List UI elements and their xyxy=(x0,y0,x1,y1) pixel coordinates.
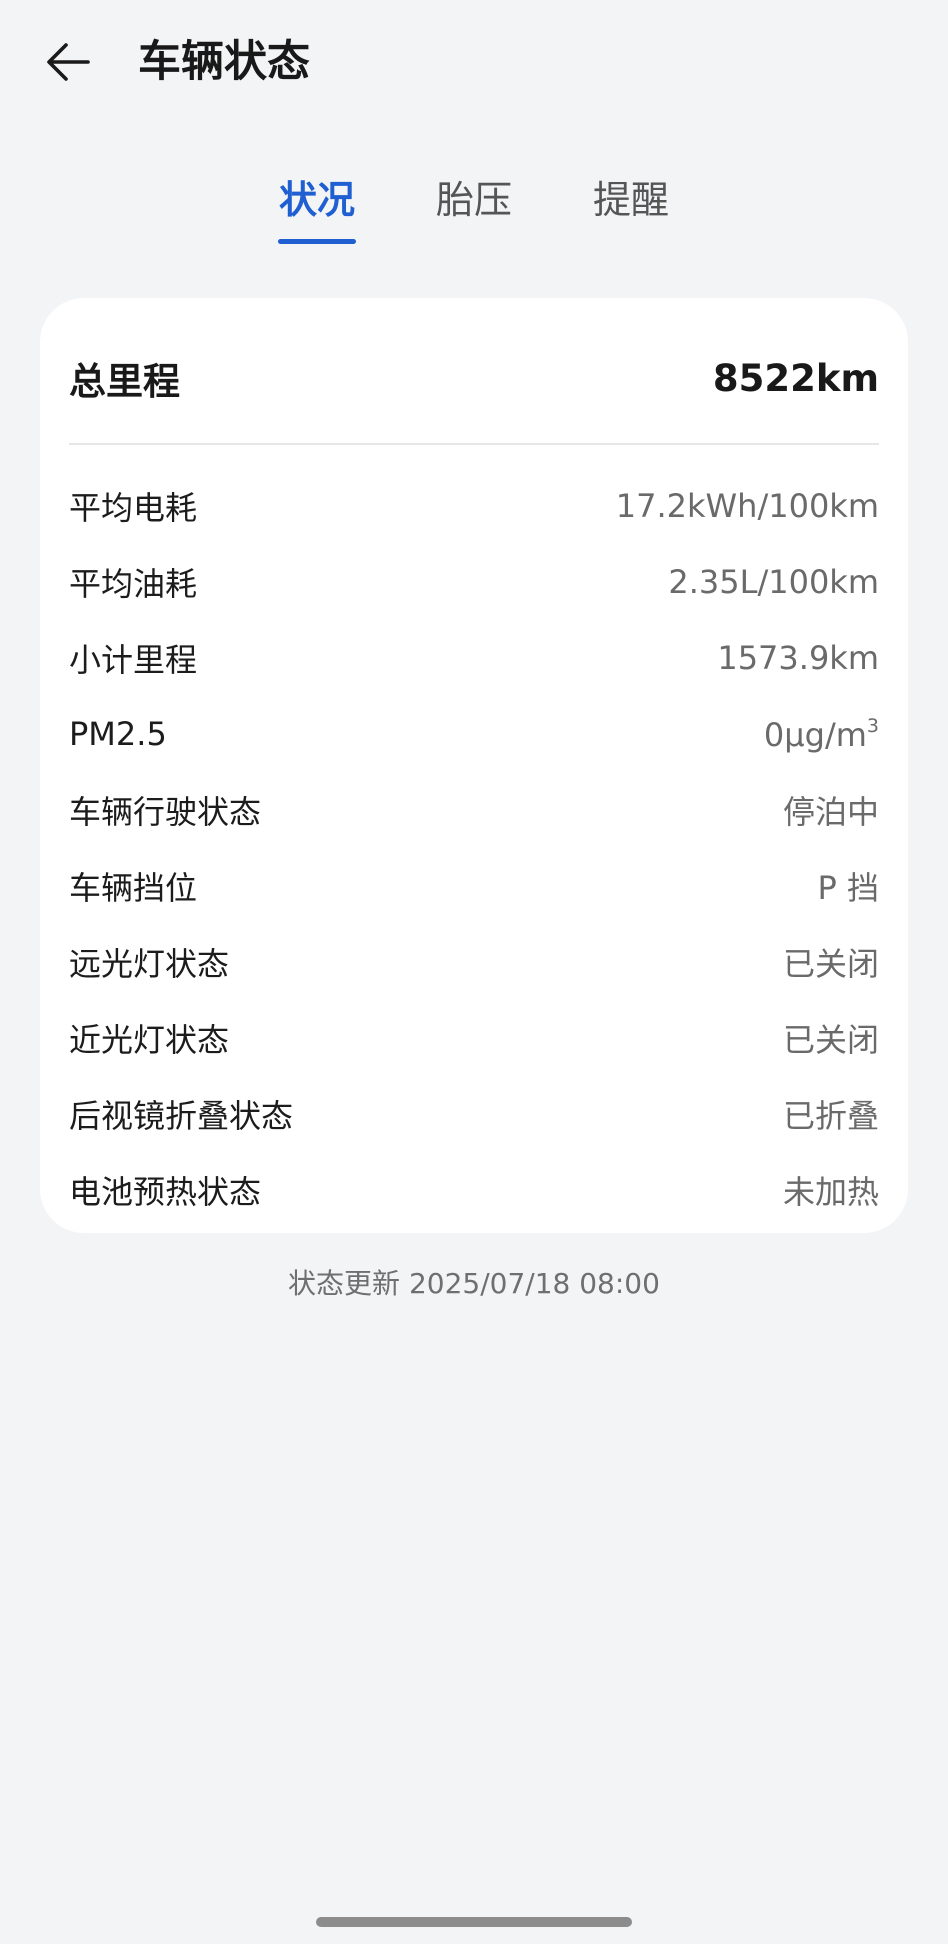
stat-value: 已关闭 xyxy=(782,1021,879,1059)
stat-row-driving-state: 车辆行驶状态 停泊中 xyxy=(69,772,879,848)
stat-label: 远光灯状态 xyxy=(69,945,230,983)
stats-list: 平均电耗 17.2kWh/100km 平均油耗 2.35L/100km 小计里程… xyxy=(69,468,879,1228)
stat-row-gear: 车辆挡位 P 挡 xyxy=(69,848,879,924)
stat-value: 17.2kWh/100km xyxy=(615,487,879,525)
total-mileage-row: 总里程 8522km xyxy=(69,348,879,408)
stat-label: PM2.5 xyxy=(69,715,167,753)
vehicle-status-card: 总里程 8522km 平均电耗 17.2kWh/100km 平均油耗 2.35L… xyxy=(40,298,908,1233)
stat-row-high-beam: 远光灯状态 已关闭 xyxy=(69,924,879,1000)
stat-row-avg-fuel: 平均油耗 2.35L/100km xyxy=(69,544,879,620)
stat-value: 2.35L/100km xyxy=(668,563,879,601)
total-mileage-value: 8522km xyxy=(712,356,879,400)
stat-row-pm25: PM2.5 0μg/m3 xyxy=(69,696,879,772)
stat-label: 近光灯状态 xyxy=(69,1021,230,1059)
tab-reminders[interactable]: 提醒 xyxy=(590,172,672,244)
stat-label: 平均电耗 xyxy=(69,489,198,527)
tab-bar: 状况 胎压 提醒 xyxy=(0,172,948,244)
divider xyxy=(69,443,879,445)
stat-row-low-beam: 近光灯状态 已关闭 xyxy=(69,1000,879,1076)
stat-row-battery-preheat: 电池预热状态 未加热 xyxy=(69,1152,879,1228)
tab-active-indicator xyxy=(278,239,356,244)
status-update-time: 状态更新 2025/07/18 08:00 xyxy=(288,1267,660,1300)
stat-row-mirror-fold: 后视镜折叠状态 已折叠 xyxy=(69,1076,879,1152)
stat-value: 未加热 xyxy=(782,1173,879,1211)
stat-value: 已折叠 xyxy=(782,1097,879,1135)
stat-label: 后视镜折叠状态 xyxy=(69,1097,294,1135)
stat-value: 停泊中 xyxy=(782,793,879,831)
stat-label: 小计里程 xyxy=(69,641,198,679)
tab-tire-pressure[interactable]: 胎压 xyxy=(433,172,515,244)
arrow-left-icon xyxy=(47,43,90,81)
stat-value-pm25: 0μg/m3 xyxy=(764,715,879,754)
back-button[interactable] xyxy=(34,28,102,96)
stat-value: 1573.9km xyxy=(717,639,879,677)
tab-reminders-label: 提醒 xyxy=(592,178,669,222)
stat-label: 电池预热状态 xyxy=(69,1173,262,1211)
stat-row-avg-energy: 平均电耗 17.2kWh/100km xyxy=(69,468,879,544)
home-indicator[interactable] xyxy=(316,1917,632,1927)
stat-row-trip-mileage: 小计里程 1573.9km xyxy=(69,620,879,696)
page-title: 车辆状态 xyxy=(138,37,310,87)
stat-value: P 挡 xyxy=(817,869,879,907)
app-header: 车辆状态 xyxy=(0,0,948,125)
stat-label: 车辆行驶状态 xyxy=(69,793,262,831)
tab-status[interactable]: 状况 xyxy=(276,172,358,244)
tab-status-label: 状况 xyxy=(278,178,355,222)
stat-value: 已关闭 xyxy=(782,945,879,983)
stat-label: 平均油耗 xyxy=(69,565,198,603)
total-mileage-label: 总里程 xyxy=(69,360,180,403)
stat-label: 车辆挡位 xyxy=(69,869,198,907)
unit-superscript: 3 xyxy=(866,714,879,737)
stat-value: 0μg/m xyxy=(763,715,867,754)
tab-tire-pressure-label: 胎压 xyxy=(435,178,512,222)
